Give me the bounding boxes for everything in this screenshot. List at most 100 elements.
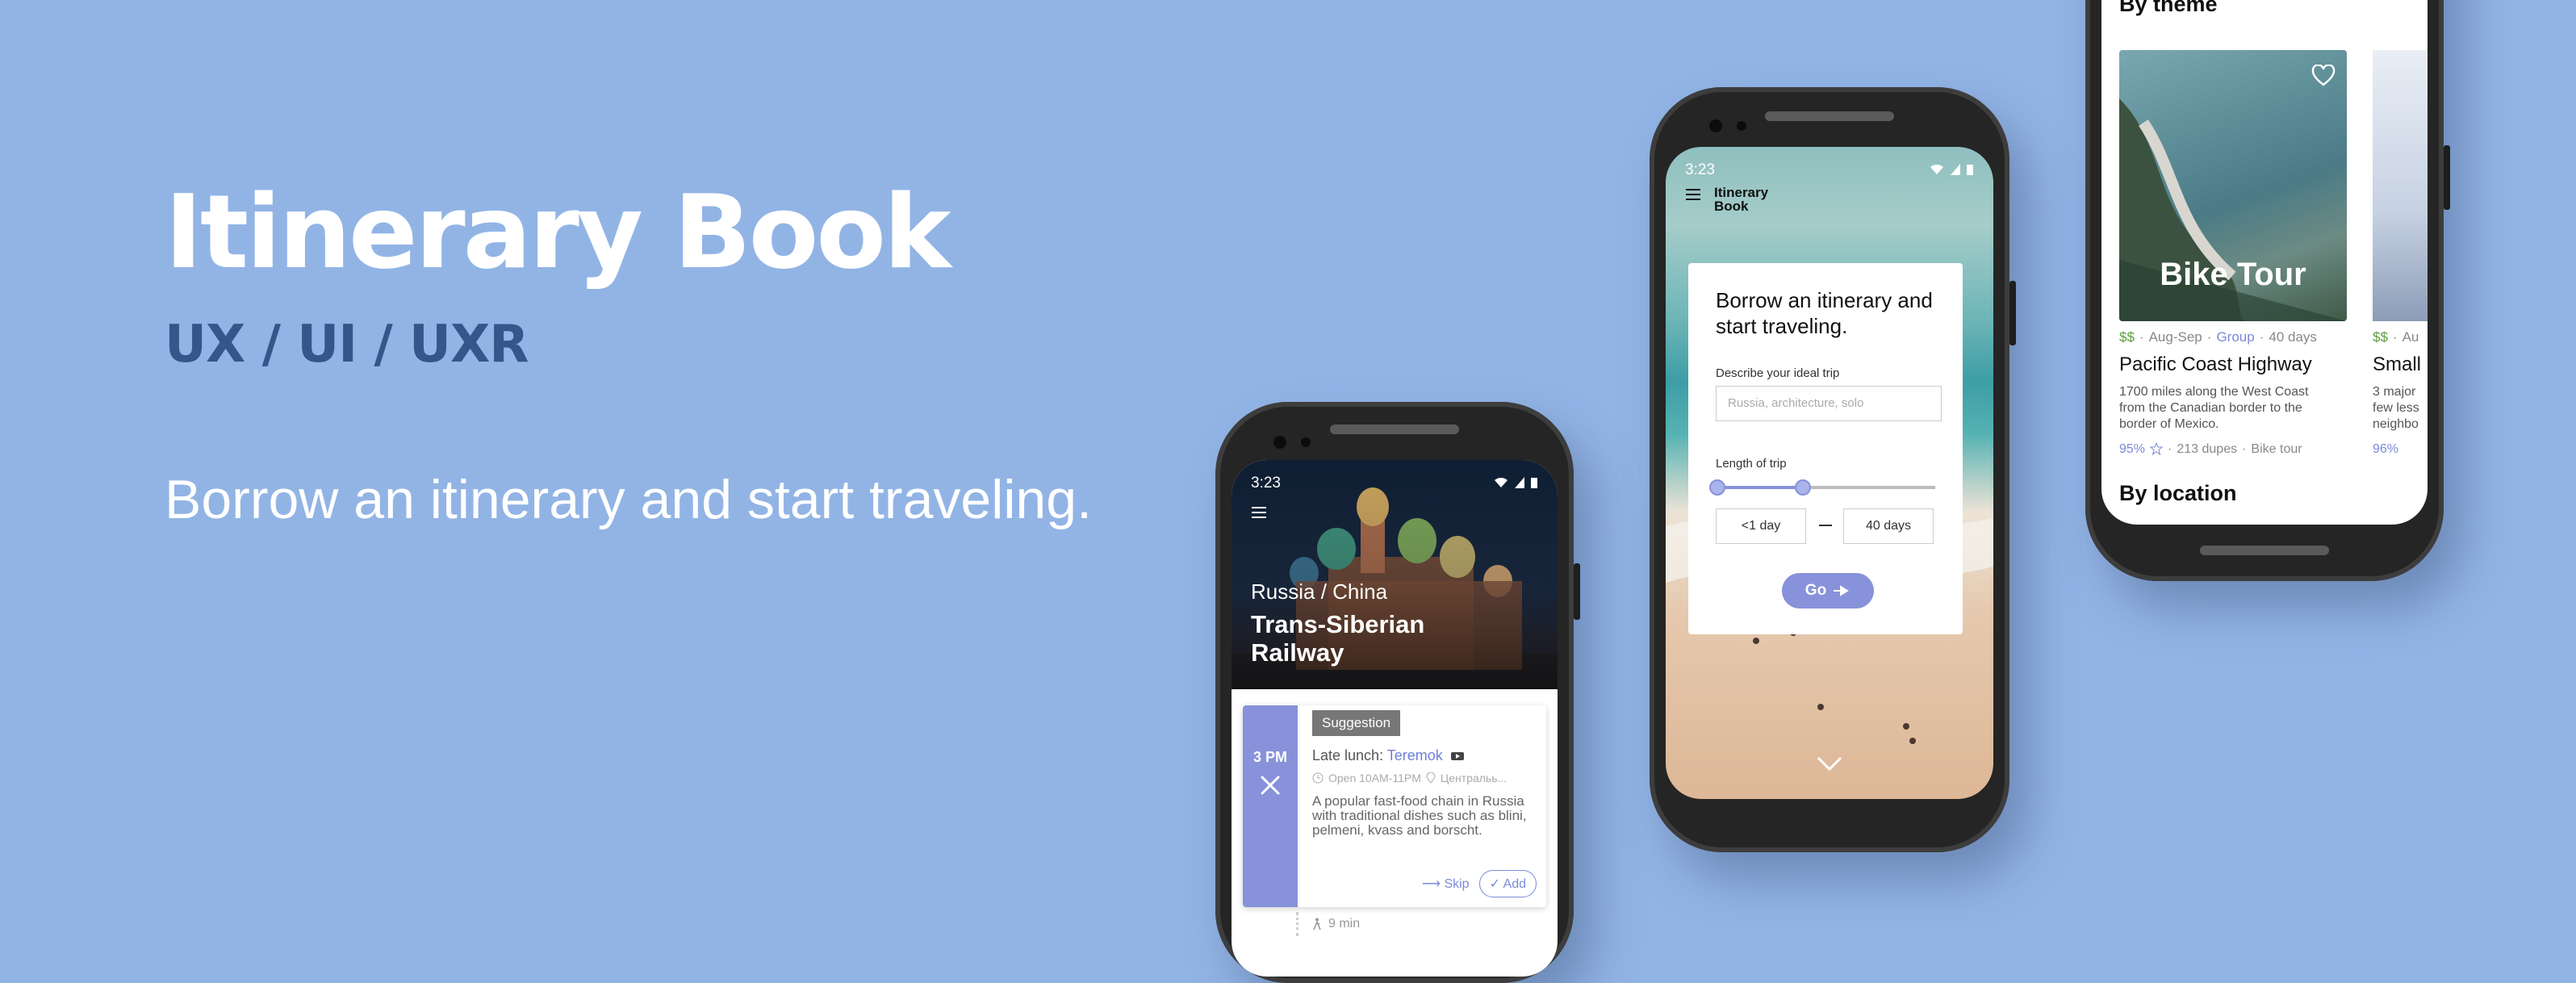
signal-icon (1951, 164, 1960, 175)
front-camera (1273, 436, 1286, 449)
describe-label: Describe your ideal trip (1716, 366, 1840, 380)
suggestion-badge: Suggestion (1312, 710, 1401, 736)
volume-button (2009, 281, 2016, 345)
suggestion-time: 3 PM (1252, 749, 1287, 765)
tour-season-2: Au (2402, 329, 2419, 345)
status-bar: 3:23 (1685, 160, 1974, 184)
opening-hours: Open 10AM-11PM (1328, 772, 1421, 784)
menu-icon[interactable] (1251, 505, 1269, 520)
walking-icon (1313, 918, 1321, 931)
search-form: Borrow an itinerary and start traveling.… (1688, 263, 1963, 634)
tour-meta: $$ · Aug-Sep · Group · 40 days (2119, 329, 2317, 345)
earpiece-speaker (1765, 111, 1894, 121)
place-description: A popular fast-food chain in Russia with… (1312, 793, 1527, 838)
location-pin-icon (1426, 772, 1436, 784)
restaurant-icon (1261, 776, 1280, 795)
clock-icon (1312, 772, 1324, 784)
section-by-location: By location (2119, 481, 2237, 505)
volume-button (2444, 145, 2450, 210)
tour-duration: 40 days (2269, 329, 2317, 345)
tour-price: $$ (2119, 329, 2135, 345)
form-title: Borrow an itinerary and start traveling. (1716, 288, 1933, 338)
tour-title-2[interactable]: Small (2373, 353, 2421, 376)
tour-dupes: 213 dupes (2177, 442, 2238, 456)
sensor (1301, 437, 1311, 447)
tour-card-image[interactable]: Bike Tour (2119, 50, 2347, 321)
front-camera (1709, 119, 1722, 132)
tour-season: Aug-Sep (2148, 329, 2202, 345)
phone-search: 3:23 Itinerary Book Borrow an itinerary … (1650, 87, 2016, 852)
phone-itinerary-detail: 3:23 Russia / China Trans-Siberian Railw… (1215, 402, 1580, 983)
tour-rating-2: 96% (2373, 442, 2399, 456)
star-icon (2150, 442, 2164, 455)
hero-image-st-basils: 3:23 Russia / China Trans-Siberian Railw… (1232, 460, 1558, 689)
tour-rating: 95% (2119, 442, 2146, 456)
suggestion-card[interactable]: 3 PM Suggestion Late lunch: Teremok Open… (1243, 705, 1546, 907)
chevron-down-icon[interactable] (1816, 755, 1843, 772)
video-icon[interactable] (1450, 751, 1465, 762)
logo-line-1: Itinerary (1714, 185, 1769, 200)
timeline-connector (1296, 912, 1302, 936)
logo-line-2: Book (1714, 199, 1749, 214)
sensor (1737, 121, 1746, 131)
heart-icon[interactable] (2311, 65, 2336, 87)
hero-title: Itinerary Book (165, 173, 951, 291)
add-label: Add (1503, 877, 1526, 891)
status-time: 3:23 (1685, 161, 1715, 178)
arrow-right-icon (1834, 585, 1850, 596)
hero-subtitle: UX / UI / UXR (165, 315, 529, 374)
go-label: Go (1804, 582, 1827, 599)
tour-description-2: 3 major few less neighbo (2373, 385, 2419, 431)
browse-screen: By theme Bike Tour $$ · Aug-Sep · Group … (2101, 0, 2428, 525)
tour-price-2: $$ (2373, 329, 2388, 345)
battery-icon (1531, 478, 1537, 488)
trip-region: Russia / China (1251, 579, 1388, 604)
place-address: Центральь... (1440, 772, 1508, 784)
status-time: 3:23 (1251, 475, 1281, 492)
volume-button (1574, 563, 1580, 620)
trip-description-input[interactable]: Russia, architecture, solo (1716, 386, 1942, 421)
hero-tagline: Borrow an itinerary and start traveling. (165, 469, 1092, 530)
tour-title[interactable]: Pacific Coast Highway (2119, 353, 2312, 376)
length-label: Length of trip (1716, 457, 1787, 471)
skip-label: Skip (1444, 877, 1470, 891)
signal-icon (1515, 477, 1524, 488)
time-column: 3 PM (1243, 705, 1298, 907)
lunch-prefix: Late lunch: (1312, 747, 1384, 763)
menu-icon[interactable] (1685, 187, 1703, 202)
section-by-theme: By theme (2119, 0, 2218, 16)
add-button[interactable]: ✓ Add (1478, 870, 1537, 897)
trip-title: Trans-Siberian Railway (1251, 610, 1425, 667)
tour-meta-2: $$ · Au (2373, 329, 2419, 345)
tour-description: 1700 miles along the West Coast from the… (2119, 385, 2309, 431)
status-bar: 3:23 (1251, 473, 1538, 497)
phone-browse: By theme Bike Tour $$ · Aug-Sep · Group … (2085, 0, 2450, 581)
tour-card-image-2[interactable] (2373, 50, 2428, 321)
slider-min-handle[interactable] (1709, 479, 1725, 496)
tour-type: Group (2216, 329, 2255, 345)
walk-info: 9 min (1312, 917, 1360, 931)
search-screen: 3:23 Itinerary Book Borrow an itinerary … (1666, 147, 1993, 799)
earpiece-speaker (1330, 425, 1459, 434)
tour-image-label: Bike Tour (2160, 257, 2306, 292)
tour-stats: 95% · 213 dupes · Bike tour (2119, 442, 2302, 456)
max-length-field[interactable]: 40 days (1843, 508, 1934, 544)
app-logo: Itinerary Book (1714, 186, 1768, 213)
tour-tag: Bike tour (2251, 442, 2302, 456)
range-dash (1819, 525, 1832, 526)
place-meta: Open 10AM-11PM Центральь... (1312, 772, 1507, 784)
skip-button[interactable]: ⟶ Skip (1422, 876, 1470, 892)
place-link[interactable]: Teremok (1387, 747, 1443, 763)
bottom-speaker (2200, 546, 2329, 555)
slider-max-handle[interactable] (1795, 479, 1811, 496)
lunch-line: Late lunch: Teremok (1312, 747, 1465, 764)
card-actions: ⟶ Skip ✓ Add (1422, 870, 1537, 897)
detail-screen: 3:23 Russia / China Trans-Siberian Railw… (1232, 460, 1558, 977)
slider-fill (1716, 486, 1803, 489)
min-length-field[interactable]: <1 day (1716, 508, 1806, 544)
wifi-icon (1930, 164, 1943, 174)
battery-icon (1967, 165, 1973, 175)
trip-length-slider[interactable] (1709, 479, 1935, 496)
wifi-icon (1495, 477, 1508, 487)
go-button[interactable]: Go (1782, 573, 1874, 609)
